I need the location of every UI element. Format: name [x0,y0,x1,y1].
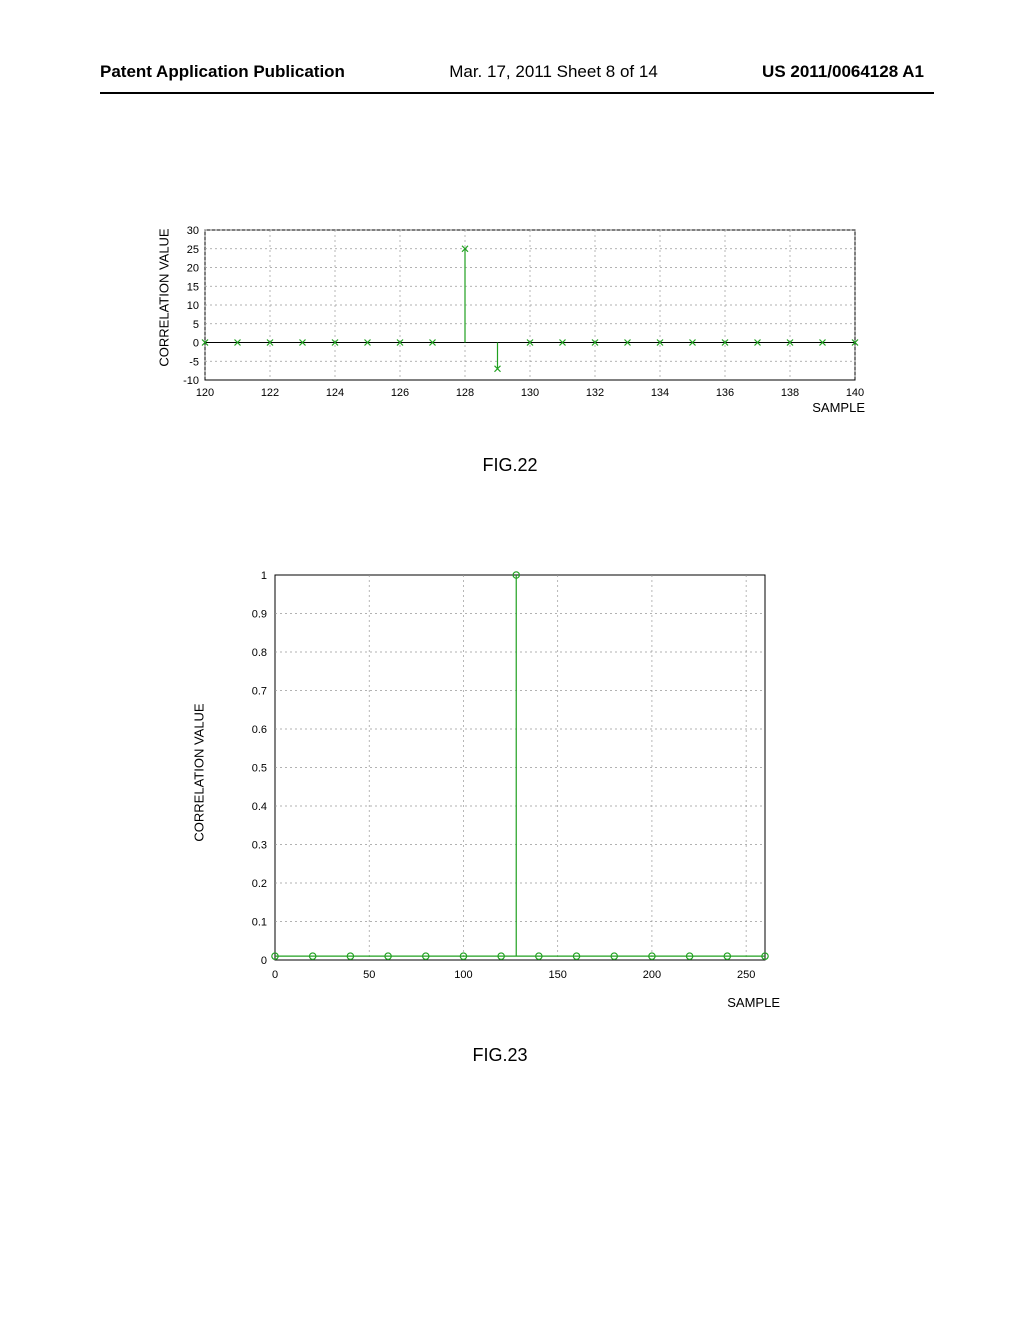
svg-text:250: 250 [737,969,755,981]
svg-text:128: 128 [456,387,474,399]
svg-text:122: 122 [261,387,279,399]
svg-text:0.8: 0.8 [252,647,267,659]
fig23-xlabel: SAMPLE [727,995,780,1010]
svg-text:140: 140 [846,387,864,399]
svg-text:0.7: 0.7 [252,686,267,698]
svg-text:130: 130 [521,387,539,399]
svg-text:0: 0 [193,338,199,350]
header-rule [100,92,934,94]
svg-text:0.9: 0.9 [252,609,267,621]
svg-text:-10: -10 [183,375,199,387]
fig22-ylabel: CORRELATION VALUE [157,228,172,366]
header-left: Patent Application Publication [100,62,345,82]
figure-23: CORRELATION VALUE 00.10.20.30.40.50.60.7… [220,565,780,1005]
svg-text:50: 50 [363,969,375,981]
fig22-xlabel: SAMPLE [812,400,865,415]
svg-text:25: 25 [187,244,199,256]
svg-text:0.6: 0.6 [252,724,267,736]
svg-text:0: 0 [261,955,267,967]
svg-text:0: 0 [272,969,278,981]
svg-text:124: 124 [326,387,344,399]
svg-text:0.4: 0.4 [252,801,267,813]
fig23-chart: 0 0.1 0.2 0.3 0.4 0.5 0.6 0.7 0.8 0.9 1 0 50 100 150 20… [220,565,780,1005]
svg-text:30: 30 [187,225,199,237]
svg-text:0.5: 0.5 [252,763,267,775]
svg-text:134: 134 [651,387,669,399]
fig22-chart: -10 -5 0 5 10 15 20 25 30 120 122 124 126 128 130 132 13… [155,220,865,420]
svg-text:-5: -5 [189,356,199,368]
svg-text:100: 100 [454,969,472,981]
svg-text:0.2: 0.2 [252,878,267,890]
svg-text:126: 126 [391,387,409,399]
header-center: Mar. 17, 2011 Sheet 8 of 14 [449,62,658,82]
fig22-caption: FIG.22 [482,455,537,476]
svg-text:10: 10 [187,300,199,312]
fig23-caption: FIG.23 [472,1045,527,1066]
svg-text:0.1: 0.1 [252,917,267,929]
svg-text:132: 132 [586,387,604,399]
svg-text:15: 15 [187,281,199,293]
page-header: Patent Application Publication Mar. 17, … [0,62,1024,82]
svg-text:5: 5 [193,319,199,331]
svg-text:138: 138 [781,387,799,399]
svg-text:0.3: 0.3 [252,840,267,852]
svg-text:136: 136 [716,387,734,399]
figure-22: CORRELATION VALUE -10 -5 0 5 10 15 20 25 30 120 12… [155,220,865,420]
header-right: US 2011/0064128 A1 [762,62,924,82]
svg-text:120: 120 [196,387,214,399]
svg-text:20: 20 [187,263,199,275]
svg-text:150: 150 [549,969,567,981]
fig23-ylabel: CORRELATION VALUE [192,703,207,841]
svg-text:200: 200 [643,969,661,981]
svg-text:1: 1 [261,570,267,582]
